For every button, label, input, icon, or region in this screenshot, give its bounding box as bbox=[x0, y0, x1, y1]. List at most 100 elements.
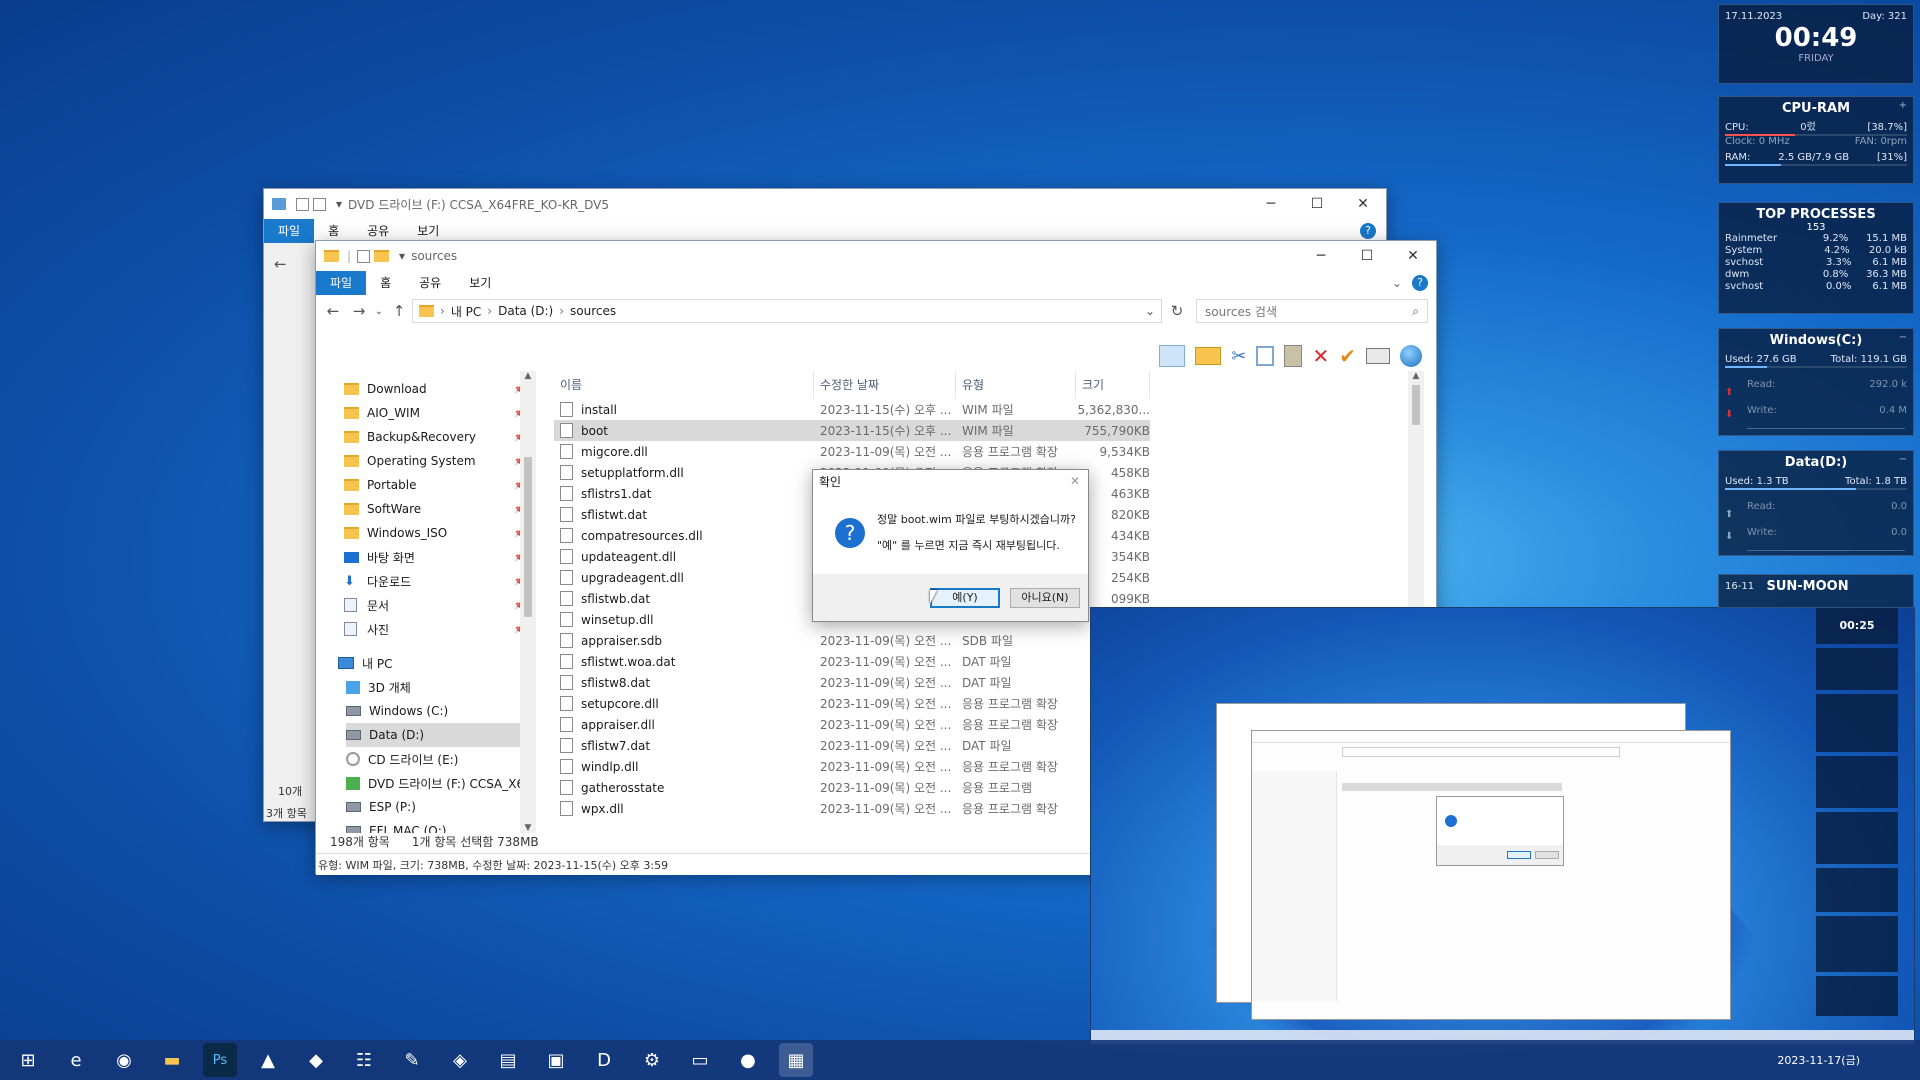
app-tool-icon[interactable]: ⚙ bbox=[635, 1043, 669, 1077]
quick-access-item[interactable]: Operating System📌 bbox=[344, 449, 536, 473]
close-button[interactable]: ✕ bbox=[1340, 189, 1386, 219]
quick-access-item[interactable]: SoftWare📌 bbox=[344, 497, 536, 521]
file-row[interactable]: setupcore.dll 2023-11-09(목) 오전 ... 응용 프로그램… bbox=[554, 693, 1150, 714]
file-scroll-thumb[interactable] bbox=[1412, 385, 1420, 425]
quick-access-item[interactable]: 문서📌 bbox=[344, 593, 536, 617]
quick-access-item[interactable]: Portable📌 bbox=[344, 473, 536, 497]
properties-icon[interactable] bbox=[296, 197, 309, 211]
column-size[interactable]: 크기 bbox=[1076, 371, 1150, 399]
quick-access-item[interactable]: Backup&Recovery📌 bbox=[344, 425, 536, 449]
preview-pane-icon[interactable] bbox=[1159, 345, 1186, 367]
app-usb-icon[interactable]: ▤ bbox=[491, 1043, 525, 1077]
tab-file[interactable]: 파일 bbox=[316, 271, 367, 295]
properties-icon[interactable] bbox=[357, 249, 371, 263]
widget-minus-icon[interactable]: − bbox=[1899, 332, 1907, 343]
tab-file[interactable]: 파일 bbox=[264, 219, 315, 243]
taskbar-clock[interactable]: 2023-11-17(금) bbox=[1777, 1052, 1860, 1068]
file-row[interactable]: appraiser.sdb 2023-11-09(목) 오전 ... SDB 파일 bbox=[554, 630, 1150, 651]
app-pink-icon[interactable]: ▣ bbox=[539, 1043, 573, 1077]
file-row[interactable]: sflistw8.dat 2023-11-09(목) 오전 ... DAT 파일 bbox=[554, 672, 1150, 693]
paste-icon[interactable] bbox=[1284, 345, 1303, 367]
file-row[interactable]: sflistw7.dat 2023-11-09(목) 오전 ... DAT 파일 bbox=[554, 735, 1150, 756]
edge-icon[interactable]: ◉ bbox=[107, 1043, 141, 1077]
minimize-button[interactable]: ─ bbox=[1248, 189, 1294, 219]
column-name[interactable]: 이름 bbox=[554, 371, 814, 399]
quick-access-item[interactable]: Windows_ISO📌 bbox=[344, 521, 536, 545]
app-notepad-icon[interactable]: ▭ bbox=[683, 1043, 717, 1077]
maximize-button[interactable]: ☐ bbox=[1344, 241, 1390, 271]
navigation-pane[interactable]: Download📌AIO_WIM📌Backup&Recovery📌Operati… bbox=[316, 371, 536, 833]
this-pc-item[interactable]: EFI_MAC (Q:) bbox=[346, 819, 536, 833]
qat-dropdown-icon[interactable]: ▾ bbox=[399, 249, 405, 263]
vm-preview-window[interactable]: 00:25 bbox=[1090, 607, 1915, 1045]
file-row[interactable]: windlp.dll 2023-11-09(목) 오전 ... 응용 프로그램 확장 bbox=[554, 756, 1150, 777]
quick-access-item[interactable]: Download📌 bbox=[344, 377, 536, 401]
properties-toolbar-icon[interactable] bbox=[1366, 348, 1390, 364]
file-explorer-icon[interactable]: ▬ bbox=[155, 1043, 189, 1077]
back-arrow-icon[interactable]: ← bbox=[320, 302, 346, 320]
copy-icon[interactable] bbox=[1256, 346, 1275, 366]
app-media-icon[interactable]: ● bbox=[731, 1043, 765, 1077]
file-row[interactable]: wpx.dll 2023-11-09(목) 오전 ... 응용 프로그램 확장 bbox=[554, 798, 1150, 819]
front-titlebar[interactable]: | ▾ sources ─ ☐ ✕ bbox=[316, 241, 1436, 271]
cut-icon[interactable]: ✂ bbox=[1231, 346, 1246, 367]
nav-scroll-thumb[interactable] bbox=[524, 457, 532, 617]
delete-icon[interactable]: ✕ bbox=[1312, 344, 1329, 368]
breadcrumb-data-d[interactable]: Data (D:) bbox=[498, 304, 553, 318]
breadcrumb-sources[interactable]: sources bbox=[570, 304, 616, 318]
nav-scrollbar[interactable]: ▲ ▼ bbox=[520, 371, 536, 833]
globe-icon[interactable] bbox=[1400, 345, 1422, 367]
app-paint-icon[interactable]: ✎ bbox=[395, 1043, 429, 1077]
dialog-close-icon[interactable]: ✕ bbox=[1070, 474, 1080, 488]
app-explorer-active-icon[interactable]: ▦ bbox=[779, 1043, 813, 1077]
this-pc-item[interactable]: CD 드라이브 (E:) bbox=[346, 747, 536, 771]
photoshop-icon[interactable]: Ps bbox=[203, 1043, 237, 1077]
help-icon[interactable]: ? bbox=[1412, 275, 1428, 291]
widget-add-icon[interactable]: + bbox=[1899, 100, 1907, 111]
this-pc-item[interactable]: 3D 개체 bbox=[346, 675, 536, 699]
search-icon[interactable]: ⌕ bbox=[1412, 304, 1419, 319]
back-nav-back-icon[interactable]: ← bbox=[274, 255, 287, 273]
new-folder-icon[interactable] bbox=[374, 250, 390, 262]
app-d-icon[interactable]: D bbox=[587, 1043, 621, 1077]
file-row[interactable]: boot 2023-11-15(수) 오후 ... WIM 파일 755,790KB bbox=[554, 420, 1150, 441]
new-folder-icon[interactable] bbox=[313, 197, 326, 211]
scroll-up-icon[interactable]: ▲ bbox=[520, 371, 536, 381]
forward-arrow-icon[interactable]: → bbox=[346, 302, 372, 320]
confirm-dialog[interactable]: 확인 ✕ ? 정말 boot.wim 파일로 부팅하시겠습니까? "예" 를 누… bbox=[812, 469, 1089, 622]
this-pc-item[interactable]: ESP (P:) bbox=[346, 795, 536, 819]
app-triangle-icon[interactable]: ▲ bbox=[251, 1043, 285, 1077]
address-dropdown-icon[interactable]: ⌄ bbox=[1145, 304, 1155, 318]
column-date[interactable]: 수정한 날짜 bbox=[814, 371, 956, 399]
up-arrow-icon[interactable]: ↑ bbox=[386, 302, 412, 320]
no-button[interactable]: 아니요(N) bbox=[1010, 588, 1080, 608]
file-row[interactable]: migcore.dll 2023-11-09(목) 오전 ... 응용 프로그램 확… bbox=[554, 441, 1150, 462]
minimize-button[interactable]: ─ bbox=[1298, 241, 1344, 271]
back-titlebar[interactable]: ▾ DVD 드라이브 (F:) CCSA_X64FRE_KO-KR_DV5 ─ … bbox=[264, 189, 1386, 219]
address-bar[interactable]: › 내 PC › Data (D:) › sources ⌄ bbox=[412, 299, 1162, 323]
scroll-up-icon[interactable]: ▲ bbox=[1408, 371, 1424, 381]
file-row[interactable]: install 2023-11-15(수) 오후 ... WIM 파일 5,362,8… bbox=[554, 399, 1150, 420]
recent-dropdown-icon[interactable]: ⌄ bbox=[372, 306, 386, 317]
column-type[interactable]: 유형 bbox=[956, 371, 1076, 399]
rename-check-icon[interactable]: ✔ bbox=[1339, 344, 1356, 368]
ie-icon[interactable]: e bbox=[59, 1043, 93, 1077]
tab-share[interactable]: 공유 bbox=[405, 271, 455, 295]
quick-access-item[interactable]: ⬇다운로드📌 bbox=[344, 569, 536, 593]
this-pc-item[interactable]: DVD 드라이브 (F:) CCSA_X6 bbox=[346, 771, 536, 795]
maximize-button[interactable]: ☐ bbox=[1294, 189, 1340, 219]
tab-home[interactable]: 홈 bbox=[366, 271, 405, 295]
file-row[interactable]: sflistwt.woa.dat 2023-11-09(목) 오전 ... DAT … bbox=[554, 651, 1150, 672]
app-disk-icon[interactable]: ◈ bbox=[443, 1043, 477, 1077]
scroll-down-icon[interactable]: ▼ bbox=[520, 823, 536, 833]
close-button[interactable]: ✕ bbox=[1390, 241, 1436, 271]
app-red-icon[interactable]: ◆ bbox=[299, 1043, 333, 1077]
search-input[interactable]: sources 검색 ⌕ bbox=[1196, 299, 1428, 323]
quick-access-item[interactable]: AIO_WIM📌 bbox=[344, 401, 536, 425]
this-pc-item[interactable]: Data (D:) bbox=[346, 723, 536, 747]
help-icon[interactable]: ? bbox=[1360, 223, 1376, 239]
file-row[interactable]: gatherosstate 2023-11-09(목) 오전 ... 응용 프로그램 bbox=[554, 777, 1150, 798]
widget-minus-icon[interactable]: − bbox=[1899, 454, 1907, 465]
file-row[interactable]: appraiser.dll 2023-11-09(목) 오전 ... 응용 프로그램… bbox=[554, 714, 1150, 735]
windows-start-icon[interactable]: ⊞ bbox=[11, 1043, 45, 1077]
